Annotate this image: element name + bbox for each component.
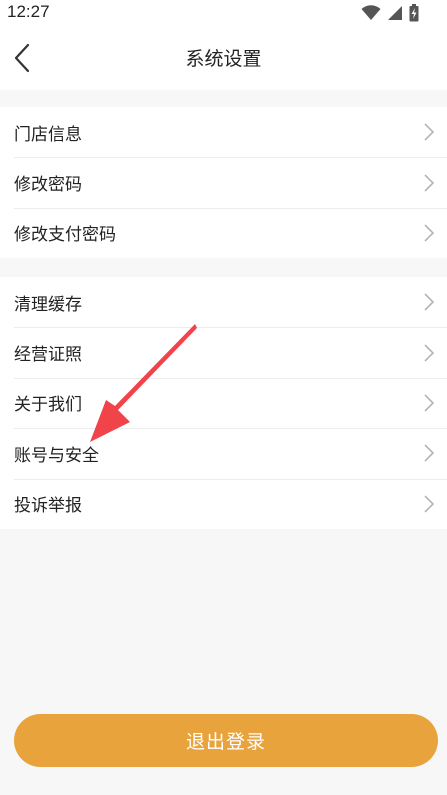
chevron-right-icon [424,344,435,362]
menu-item-label: 修改支付密码 [14,225,116,246]
status-time: 12:27 [7,2,50,21]
chevron-right-icon [424,123,435,141]
menu-item-label: 投诉举报 [14,496,82,517]
menu-item-change-password[interactable]: 修改密码 [0,157,447,207]
status-bar: 12:27 [0,0,447,26]
chevron-right-icon [424,394,435,412]
menu-item-label: 账号与安全 [14,445,99,466]
menu-item-label: 经营证照 [14,345,82,366]
status-icons [361,3,419,23]
menu-item-about-us[interactable]: 关于我们 [0,377,447,428]
menu-item-complaint-report[interactable]: 投诉举报 [0,478,447,529]
logout-label: 退出登录 [185,732,266,753]
settings-screen: 12:27 系统设置 门店信息 修改密码 修改支付密码 清理缓存 经营证照 关于… [0,0,447,795]
logout-button[interactable]: 退出登录 [14,714,438,767]
page-title: 系统设置 [185,48,262,70]
menu-item-store-info[interactable]: 门店信息 [0,107,447,157]
chevron-right-icon [424,293,435,311]
battery-charging-icon [409,4,419,22]
menu-item-clear-cache[interactable]: 清理缓存 [0,277,447,327]
chevron-right-icon [424,495,435,513]
settings-group-account: 门店信息 修改密码 修改支付密码 [0,107,447,258]
settings-group-general: 清理缓存 经营证照 关于我们 账号与安全 投诉举报 [0,277,447,529]
menu-item-business-license[interactable]: 经营证照 [0,327,447,377]
menu-item-change-payment-password[interactable]: 修改支付密码 [0,207,447,258]
chevron-right-icon [424,174,435,192]
menu-item-label: 修改密码 [14,175,82,196]
chevron-right-icon [424,444,435,462]
menu-item-label: 清理缓存 [14,294,82,315]
menu-item-label: 关于我们 [14,395,82,416]
chevron-right-icon [424,224,435,242]
menu-item-account-security[interactable]: 账号与安全 [0,428,447,478]
menu-item-label: 门店信息 [14,124,82,145]
signal-icon [388,6,402,20]
header: 系统设置 [0,26,447,90]
wifi-icon [361,5,381,20]
